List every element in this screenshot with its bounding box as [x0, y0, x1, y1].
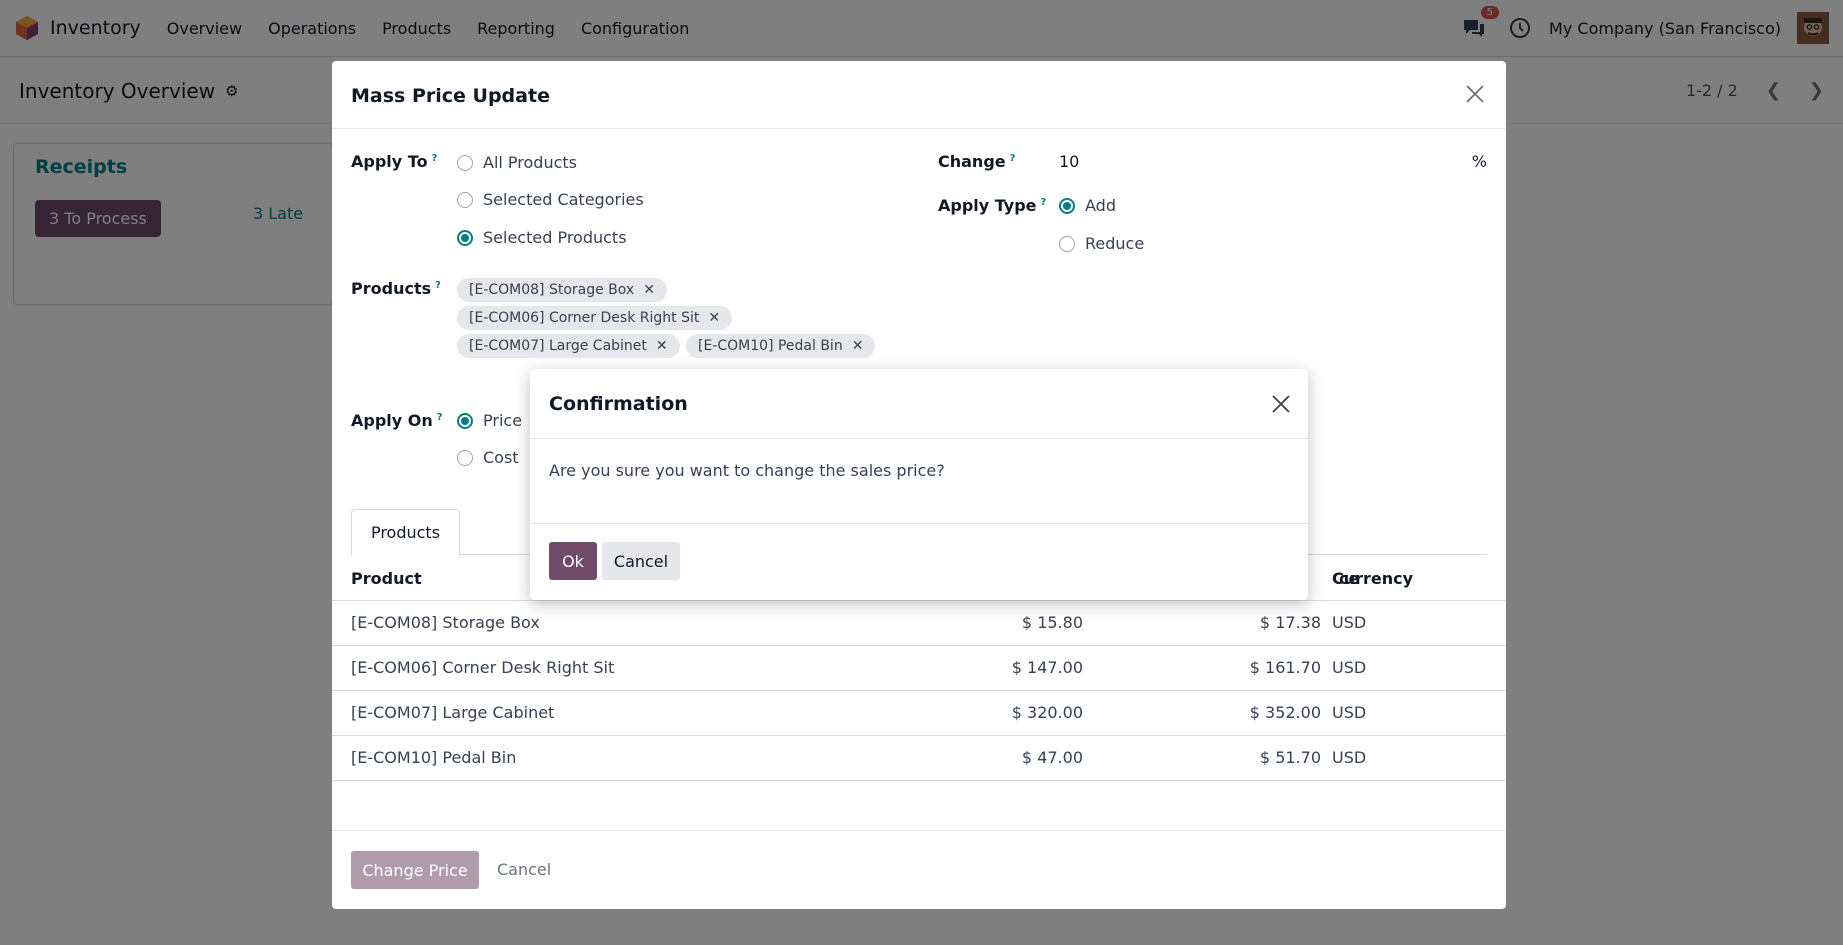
radio-label: Price: [483, 411, 523, 430]
change-input[interactable]: 10: [1059, 152, 1079, 171]
confirmation-message: Are you sure you want to change the sale…: [549, 461, 945, 480]
cell-new-price: $ 17.38: [1259, 613, 1321, 632]
apply-type-label: Apply Type?: [938, 196, 1046, 215]
cell-old-price: $ 47.00: [1021, 748, 1083, 767]
tab-products[interactable]: Products: [351, 509, 460, 556]
help-icon[interactable]: ?: [432, 153, 438, 164]
help-icon[interactable]: ?: [1041, 197, 1047, 208]
cell-old-price: $ 147.00: [1011, 658, 1083, 677]
cell-new-price: $ 352.00: [1249, 703, 1321, 722]
tag-label: [E-COM06] Corner Desk Right Sit: [469, 310, 700, 326]
help-icon[interactable]: ?: [1010, 153, 1016, 164]
products-label-text: Products: [351, 279, 432, 298]
radio-label: Selected Products: [483, 228, 627, 247]
tag-label: [E-COM08] Storage Box: [469, 282, 635, 298]
cancel-button[interactable]: Cancel: [602, 542, 680, 580]
help-icon[interactable]: ?: [437, 412, 443, 423]
product-tag: [E-COM06] Corner Desk Right Sit ✕: [457, 306, 733, 330]
close-icon[interactable]: [1464, 83, 1486, 105]
radio-price[interactable]: Price: [457, 411, 522, 430]
apply-on-label-text: Apply On: [351, 411, 433, 430]
product-tag: [E-COM07] Large Cabinet ✕: [457, 334, 680, 358]
radio-circle[interactable]: [457, 191, 473, 208]
radio-add[interactable]: Add: [1059, 196, 1116, 215]
radio-label: All Products: [483, 153, 578, 172]
radio-all-products[interactable]: All Products: [457, 153, 577, 172]
column-header-product[interactable]: Product: [351, 569, 422, 588]
confirmation-title: Confirmation: [549, 393, 688, 415]
cell-new-price: $ 51.70: [1259, 748, 1321, 767]
dialog-title: Mass Price Update: [351, 85, 550, 107]
tag-label: [E-COM10] Pedal Bin: [698, 338, 843, 354]
remove-tag-icon[interactable]: ✕: [708, 310, 720, 326]
cell-product: [E-COM10] Pedal Bin: [351, 748, 517, 767]
ok-button[interactable]: Ok: [549, 542, 597, 580]
cell-old-price: $ 15.80: [1021, 613, 1083, 632]
product-tag: [E-COM10] Pedal Bin ✕: [686, 334, 876, 358]
remove-tag-icon[interactable]: ✕: [643, 282, 655, 298]
dialog-footer: Change Price Cancel: [332, 830, 1506, 909]
radio-label: Selected Categories: [483, 190, 644, 209]
radio-circle[interactable]: [457, 154, 473, 171]
cancel-button[interactable]: Cancel: [497, 860, 551, 879]
cell-new-price: $ 161.70: [1249, 658, 1321, 677]
radio-selected-categories[interactable]: Selected Categories: [457, 190, 644, 209]
radio-cost[interactable]: Cost: [457, 448, 519, 467]
apply-type-label-text: Apply Type: [938, 196, 1037, 215]
change-label: Change?: [938, 152, 1015, 171]
table-row[interactable]: [E-COM06] Corner Desk Right Sit $ 147.00…: [332, 646, 1506, 691]
cell-currency: USD: [1332, 613, 1367, 632]
apply-to-label: Apply To?: [351, 152, 437, 171]
column-header-currency-label[interactable]: Currency: [1332, 569, 1413, 588]
cell-old-price: $ 320.00: [1011, 703, 1083, 722]
apply-to-label-text: Apply To: [351, 152, 428, 171]
table-row[interactable]: [E-COM08] Storage Box $ 15.80 $ 17.38 US…: [332, 601, 1506, 646]
cell-currency: USD: [1332, 658, 1367, 677]
confirmation-footer: Ok Cancel: [530, 523, 1308, 600]
close-icon[interactable]: [1270, 393, 1292, 415]
radio-circle-checked[interactable]: [457, 229, 473, 246]
radio-circle[interactable]: [1059, 235, 1075, 252]
percent-unit: %: [1471, 152, 1487, 171]
remove-tag-icon[interactable]: ✕: [852, 338, 864, 354]
cell-product: [E-COM06] Corner Desk Right Sit: [351, 658, 615, 677]
products-label: Products?: [351, 279, 441, 298]
remove-tag-icon[interactable]: ✕: [656, 338, 668, 354]
table-row[interactable]: [E-COM07] Large Cabinet $ 320.00 $ 352.0…: [332, 691, 1506, 736]
table-row[interactable]: [E-COM10] Pedal Bin $ 47.00 $ 51.70 USD: [332, 736, 1506, 781]
tag-label: [E-COM07] Large Cabinet: [469, 338, 647, 354]
radio-circle-checked[interactable]: [457, 412, 473, 429]
cell-product: [E-COM08] Storage Box: [351, 613, 540, 632]
radio-label: Reduce: [1085, 234, 1145, 253]
confirmation-dialog: Confirmation Are you sure you want to ch…: [530, 369, 1308, 600]
confirmation-header: Confirmation: [530, 369, 1308, 439]
help-icon[interactable]: ?: [435, 280, 441, 291]
radio-reduce[interactable]: Reduce: [1059, 234, 1144, 253]
apply-on-label: Apply On?: [351, 411, 443, 430]
cell-currency: USD: [1332, 703, 1367, 722]
change-label-text: Change: [938, 152, 1006, 171]
radio-label: Add: [1085, 196, 1116, 215]
dialog-header: Mass Price Update: [332, 61, 1506, 129]
radio-selected-products[interactable]: Selected Products: [457, 228, 627, 247]
product-tag: [E-COM08] Storage Box ✕: [457, 278, 667, 302]
change-price-button[interactable]: Change Price: [351, 851, 479, 889]
cell-product: [E-COM07] Large Cabinet: [351, 703, 555, 722]
radio-circle[interactable]: [457, 449, 473, 466]
radio-circle-checked[interactable]: [1059, 197, 1075, 214]
radio-label: Cost: [483, 448, 519, 467]
cell-currency: USD: [1332, 748, 1367, 767]
